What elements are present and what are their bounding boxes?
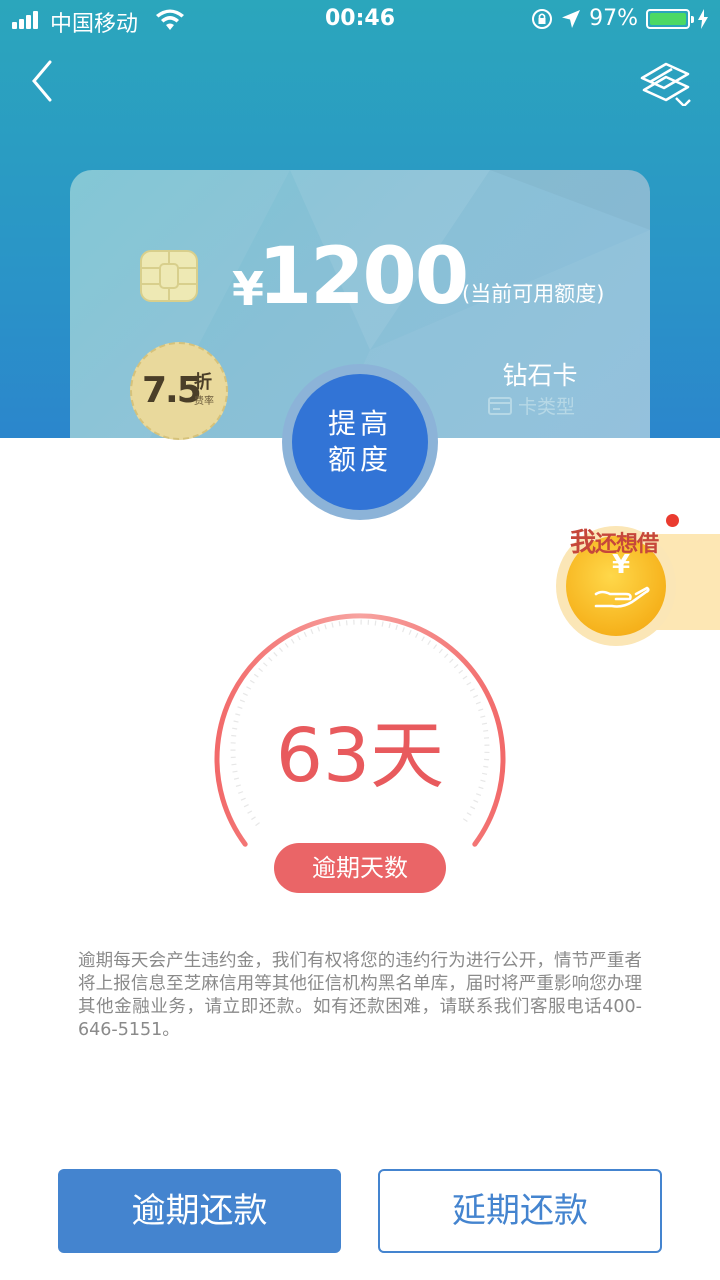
orientation-lock-icon (532, 8, 553, 29)
card-icon (488, 396, 512, 415)
battery-icon (646, 8, 694, 29)
raise-limit-button[interactable]: 提高 额度 (292, 374, 428, 510)
overdue-days-value: 63天 (275, 713, 445, 799)
back-chevron-icon[interactable] (24, 56, 64, 106)
discount-sub: 费率 (194, 396, 214, 407)
repay-overdue-button[interactable]: 逾期还款 (58, 1169, 341, 1253)
location-arrow-icon (562, 9, 581, 28)
credit-cards-icon[interactable] (636, 60, 694, 106)
extend-repay-button[interactable]: 延期还款 (378, 1169, 662, 1253)
charging-icon (698, 8, 708, 29)
promo-prefix: 我 (570, 528, 596, 558)
promo-rest: 还想借 (595, 532, 659, 557)
available-amount: 1200 (258, 232, 469, 322)
raise-limit-line1: 提高 (327, 407, 392, 440)
card-type-label-row: 卡类型 (488, 392, 575, 419)
card-type-value: 钻石卡 (502, 361, 578, 390)
notification-dot (666, 514, 679, 527)
promo-title: 我还想借 (570, 522, 659, 559)
discount-unit: 折 (194, 372, 212, 393)
amount-caption: (当前可用额度) (462, 282, 605, 306)
raise-limit-line2: 额度 (327, 443, 392, 476)
card-type-label: 卡类型 (518, 396, 576, 418)
overdue-notice-text: 逾期每天会产生违约金，我们有权将您的违约行为进行公开，情节严重者将上报信息至芝麻… (78, 951, 642, 1040)
hand-coin-icon (594, 586, 650, 608)
discount-rate-badge: 7.5 折 费率 (130, 342, 228, 440)
overdue-days-label: 逾期天数 (274, 843, 446, 893)
battery-percent: 97% (589, 6, 638, 31)
card-chip-icon (140, 250, 198, 302)
status-bar: 中国移动 00:46 97% (0, 0, 720, 40)
discount-value: 7.5 (142, 370, 202, 411)
